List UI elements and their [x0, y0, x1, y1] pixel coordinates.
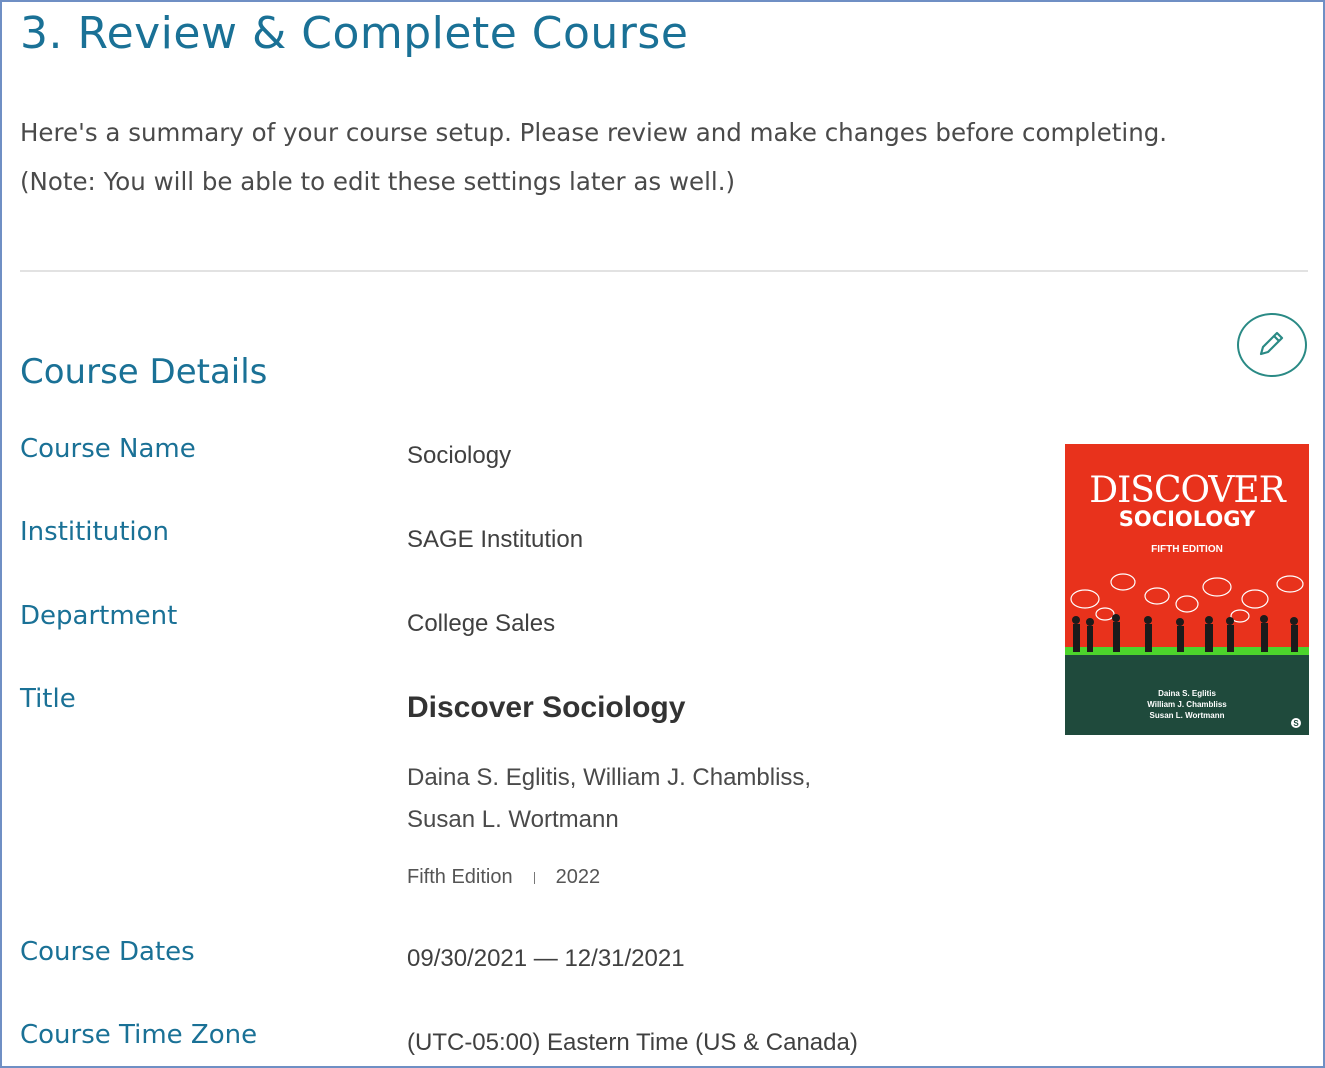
book-edition: Fifth Edition — [407, 866, 513, 888]
cover-title-bottom: SOCIOLOGY — [1119, 507, 1256, 531]
book-title: Discover Sociology — [407, 691, 686, 724]
edit-course-details-button[interactable] — [1237, 313, 1307, 377]
section-title: Course Details — [20, 352, 268, 392]
title-label: Title — [20, 684, 76, 714]
pencil-icon — [1256, 327, 1288, 364]
page-title: 3. Review & Complete Course — [20, 8, 689, 59]
intro-text: Here's a summary of your course setup. P… — [20, 108, 1167, 206]
review-course-panel: 3. Review & Complete Course Here's a sum… — [0, 0, 1325, 1068]
course-dates-label: Course Dates — [20, 937, 195, 967]
department-value: College Sales — [407, 610, 556, 637]
cover-author-3: Susan L. Wortmann — [1150, 711, 1225, 720]
edition-separator — [533, 871, 535, 884]
book-authors: Daina S. Eglitis, William J. Chambliss, … — [407, 757, 811, 841]
cover-author-2: William J. Chambliss — [1147, 700, 1227, 709]
course-name-value: Sociology — [407, 442, 512, 469]
cover-green-stripe — [1065, 647, 1309, 655]
time-zone-value: (UTC-05:00) Eastern Time (US & Canada) — [407, 1029, 858, 1056]
cover-publisher-mark: S — [1293, 719, 1299, 728]
course-name-label: Course Name — [20, 434, 196, 464]
section-divider — [20, 270, 1308, 272]
institution-value: SAGE Institution — [407, 526, 584, 553]
cover-edition: FIFTH EDITION — [1151, 544, 1223, 555]
cover-title-top: DISCOVER — [1089, 470, 1286, 511]
intro-summary: Here's a summary of your course setup. P… — [20, 118, 1168, 147]
book-authors-line1: Daina S. Eglitis, William J. Chambliss, — [407, 764, 812, 791]
time-zone-label: Course Time Zone — [20, 1020, 258, 1050]
book-cover-image: DISCOVER SOCIOLOGY FIFTH EDITION Daina S… — [1065, 444, 1309, 735]
course-dates-value: 09/30/2021 — 12/31/2021 — [407, 945, 685, 972]
book-edition-info: Fifth Edition 2022 — [407, 866, 600, 889]
cover-author-1: Daina S. Eglitis — [1158, 689, 1216, 698]
book-authors-line2: Susan L. Wortmann — [407, 806, 619, 833]
book-year: 2022 — [555, 866, 601, 888]
institution-label: Instititution — [20, 517, 170, 547]
department-label: Department — [20, 601, 178, 631]
intro-note: (Note: You will be able to edit these se… — [20, 167, 736, 196]
